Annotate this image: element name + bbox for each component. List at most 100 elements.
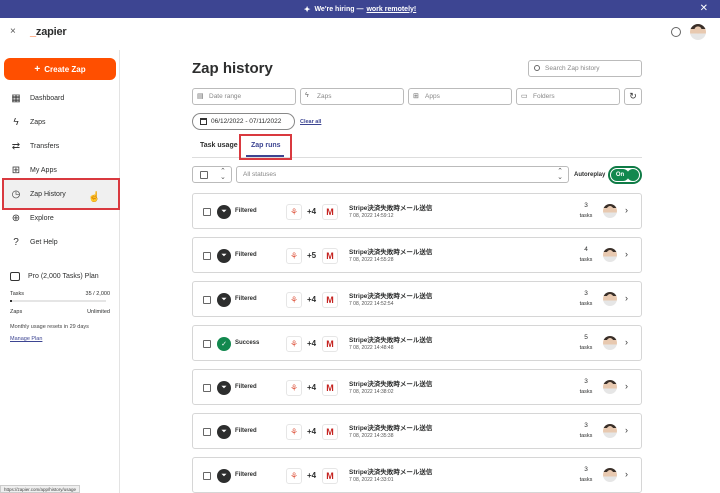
calendar-icon: ▤ — [197, 93, 204, 100]
run-timestamp: 7 08, 2022 14:35:38 — [349, 433, 394, 439]
help-icon[interactable] — [671, 27, 681, 37]
autoreplay-toggle[interactable]: On — [608, 166, 642, 184]
sidebar-item-zap-history[interactable]: ◷ Zap History — [2, 178, 120, 210]
close-sidebar-icon[interactable]: × — [10, 26, 16, 37]
sidebar-item-explore[interactable]: ⊕ Explore — [4, 207, 116, 229]
zap-run-row[interactable]: ⏷ Filtered ⚘ +4 M Stripe決済失敗時メール送信 7 08, 2022 … — [192, 193, 642, 229]
chevron-updown-icon: ⌃ ⌄ — [557, 168, 563, 181]
task-unit: tasks — [579, 345, 593, 351]
chevron-right-icon[interactable]: › — [625, 205, 628, 215]
chevron-right-icon[interactable]: › — [625, 337, 628, 347]
row-checkbox[interactable] — [203, 472, 211, 480]
chevron-right-icon[interactable]: › — [625, 425, 628, 435]
gmail-app-icon: M — [322, 204, 338, 220]
zap-run-row[interactable]: ⏷ Filtered ⚘ +4 M Stripe決済失敗時メール送信 7 08, 2022 … — [192, 457, 642, 493]
date-range-filter[interactable]: ▤ Date range — [192, 88, 296, 105]
reset-note: Monthly usage resets in 29 days — [10, 324, 89, 330]
apps-filter[interactable]: ⊞ Apps — [408, 88, 512, 105]
more-apps-count: +4 — [307, 339, 317, 348]
plan-panel: Pro (2,000 Tasks) Plan Tasks 35 / 2,000 … — [10, 272, 110, 342]
gmail-app-icon: M — [322, 336, 338, 352]
row-checkbox[interactable] — [203, 208, 211, 216]
hand-cursor-icon: ☝ — [88, 192, 101, 203]
create-zap-label: Create Zap — [44, 64, 86, 74]
tab-zap-runs[interactable]: Zap runs — [251, 142, 281, 149]
active-tab-indicator — [246, 155, 284, 157]
select-all-checkbox[interactable] — [200, 171, 208, 179]
select-all-dropdown[interactable]: ⌃ ⌄ — [192, 166, 232, 183]
clear-all-link[interactable]: Clear all — [300, 119, 321, 125]
gmail-app-icon: M — [322, 380, 338, 396]
chevron-right-icon[interactable]: › — [625, 293, 628, 303]
transfer-icon: ⇄ — [11, 140, 21, 152]
run-timestamp: 7 08, 2022 14:33:01 — [349, 477, 394, 483]
toggle-thumb — [627, 169, 639, 181]
avatar[interactable] — [690, 24, 706, 40]
status-select[interactable]: All statuses ⌃ ⌄ — [236, 166, 569, 183]
sidebar-item-transfers[interactable]: ⇄ Transfers — [4, 135, 116, 157]
task-count: 3 — [584, 378, 588, 385]
search-input[interactable]: Search Zap history — [528, 60, 642, 77]
folders-filter[interactable]: ▭ Folders — [516, 88, 620, 105]
refresh-button[interactable]: ↻ — [624, 88, 642, 105]
gmail-app-icon: M — [322, 424, 338, 440]
date-range-chip[interactable]: 06/12/2022 - 07/11/2022 — [192, 113, 295, 130]
more-apps-count: +4 — [307, 427, 317, 436]
zap-name: Stripe決済失敗時メール送信 — [349, 205, 433, 212]
chevron-right-icon[interactable]: › — [625, 469, 628, 479]
filter-icon: ⏷ — [217, 205, 231, 219]
avatar — [603, 248, 617, 262]
zaps-filter[interactable]: ϟ Zaps — [300, 88, 404, 105]
create-zap-button[interactable]: + Create Zap — [4, 58, 116, 80]
plus-icon: + — [34, 63, 41, 75]
sidebar-item-dashboard[interactable]: ▦ Dashboard — [4, 87, 116, 109]
avatar-image — [603, 248, 617, 262]
run-timestamp: 7 08, 2022 14:55:28 — [349, 257, 394, 263]
manage-plan-link[interactable]: Manage Plan — [10, 336, 110, 342]
row-checkbox[interactable] — [203, 384, 211, 392]
row-checkbox[interactable] — [203, 252, 211, 260]
webhook-app-icon: ⚘ — [286, 336, 302, 352]
zap-run-row[interactable]: ⏷ Filtered ⚘ +4 M Stripe決済失敗時メール送信 7 08, 2022 … — [192, 369, 642, 405]
row-checkbox[interactable] — [203, 428, 211, 436]
close-icon[interactable]: ✕ — [700, 3, 708, 14]
search-icon — [534, 65, 540, 71]
webhook-app-icon: ⚘ — [286, 204, 302, 220]
zap-name: Stripe決済失敗時メール送信 — [349, 425, 433, 432]
zap-name: Stripe決済失敗時メール送信 — [349, 293, 433, 300]
zapier-logo[interactable]: _zapier — [30, 26, 67, 38]
zap-run-row[interactable]: ✓ Success ⚘ +4 M Stripe決済失敗時メール送信 7 08, 2022 1… — [192, 325, 642, 361]
run-status: Filtered — [235, 472, 257, 478]
check-icon: ✓ — [217, 337, 231, 351]
run-timestamp: 7 08, 2022 14:52:54 — [349, 301, 394, 307]
sidebar-item-label: Explore — [30, 214, 54, 222]
banner-link[interactable]: work remotely! — [366, 6, 416, 13]
zap-run-row[interactable]: ⏷ Filtered ⚘ +4 M Stripe決済失敗時メール送信 7 08, 2022 … — [192, 413, 642, 449]
task-unit: tasks — [579, 477, 593, 483]
zap-run-row[interactable]: ⏷ Filtered ⚘ +4 M Stripe決済失敗時メール送信 7 08, 2022 … — [192, 281, 642, 317]
row-checkbox[interactable] — [203, 296, 211, 304]
chevron-right-icon[interactable]: › — [625, 381, 628, 391]
chevron-right-icon[interactable]: › — [625, 249, 628, 259]
more-apps-count: +4 — [307, 471, 317, 480]
avatar-image — [603, 424, 617, 438]
sidebar: + Create Zap ▦ Dashboard ϟ Zaps ⇄ Transfers ⊞ M… — [0, 50, 120, 493]
tab-task-usage[interactable]: Task usage — [200, 142, 238, 149]
zap-name: Stripe決済失敗時メール送信 — [349, 249, 433, 256]
run-timestamp: 7 08, 2022 14:38:02 — [349, 389, 394, 395]
status-bar-url: https://zapier.com/app/history/usage — [0, 485, 81, 493]
filter-icon: ⏷ — [217, 249, 231, 263]
run-timestamp: 7 08, 2022 14:48:48 — [349, 345, 394, 351]
task-count: 4 — [584, 246, 588, 253]
sidebar-item-zaps[interactable]: ϟ Zaps — [4, 111, 116, 133]
avatar-image — [603, 380, 617, 394]
filter-icon: ⏷ — [217, 425, 231, 439]
zap-run-row[interactable]: ⏷ Filtered ⚘ +5 M Stripe決済失敗時メール送信 7 08, 2022 … — [192, 237, 642, 273]
gmail-app-icon: M — [322, 248, 338, 264]
row-checkbox[interactable] — [203, 340, 211, 348]
zap-name: Stripe決済失敗時メール送信 — [349, 381, 433, 388]
sidebar-item-label: Get Help — [30, 238, 58, 246]
sidebar-item-get-help[interactable]: ? Get Help — [4, 231, 116, 253]
refresh-icon: ↻ — [629, 91, 637, 101]
apps-icon: ⊞ — [11, 164, 21, 176]
